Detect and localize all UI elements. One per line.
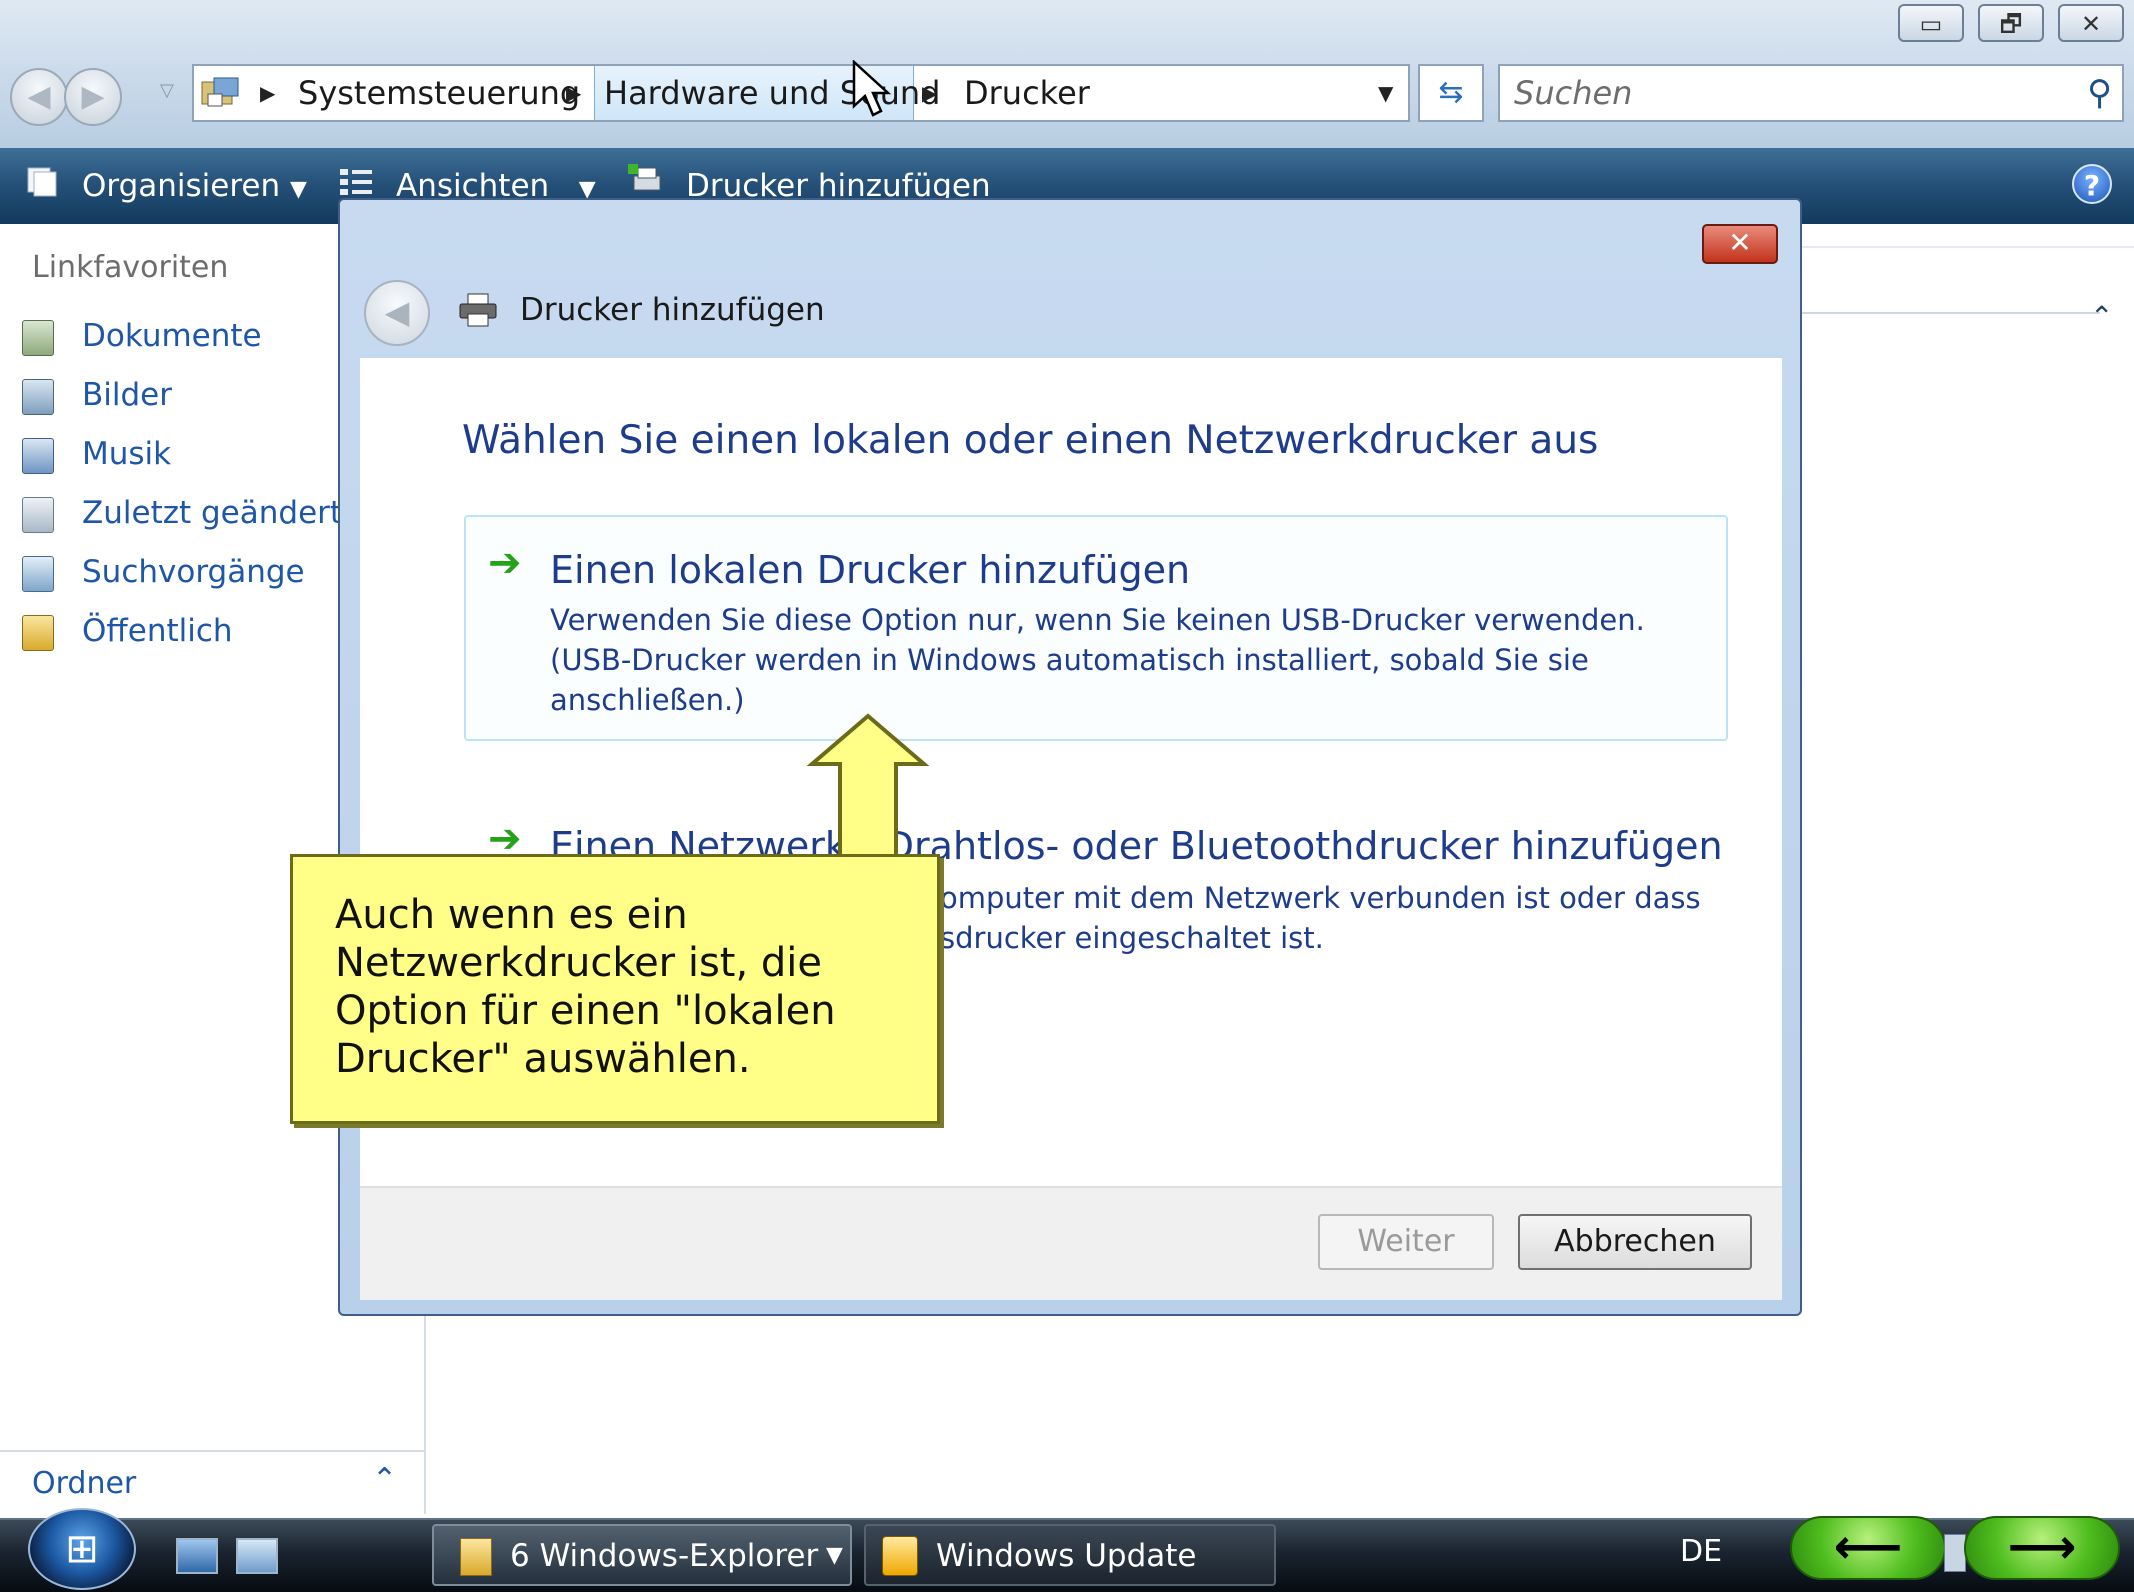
tutorial-forward-button[interactable]: ⟶ bbox=[1964, 1516, 2120, 1580]
window-close-button[interactable]: ✕ bbox=[2058, 4, 2124, 42]
recent-icon bbox=[22, 496, 54, 533]
breadcrumb-separator-icon[interactable]: ▶ bbox=[566, 66, 581, 120]
search-icon[interactable]: ⚲ bbox=[2087, 66, 2112, 120]
organize-icon bbox=[27, 167, 57, 197]
taskbar-explorer-label: 6 Windows-Explorer bbox=[510, 1538, 819, 1574]
tutorial-back-button[interactable]: ⟵ bbox=[1790, 1516, 1946, 1580]
sidebar-item-bilder[interactable]: Bilder bbox=[22, 377, 172, 417]
searches-icon bbox=[22, 555, 54, 592]
callout-arrow-icon bbox=[806, 713, 930, 862]
folder-icon bbox=[460, 1538, 492, 1576]
sidebar-item-label: Öffentlich bbox=[82, 613, 233, 649]
network-tray-icon[interactable] bbox=[1944, 1534, 1966, 1572]
option-local-desc-line2: (USB-Drucker werden in Windows automatis… bbox=[550, 643, 1589, 677]
sidebar-item-oeffentlich[interactable]: Öffentlich bbox=[22, 613, 233, 653]
back-button[interactable]: ◀ bbox=[10, 68, 68, 126]
green-arrow-icon: ➔ bbox=[488, 540, 522, 586]
refresh-button[interactable]: ⇆ bbox=[1418, 64, 1484, 122]
taskbar-update-label: Windows Update bbox=[936, 1538, 1197, 1574]
address-dropdown-icon[interactable]: ▼ bbox=[1378, 66, 1393, 120]
views-icon bbox=[340, 169, 372, 195]
cancel-button[interactable]: Abbrechen bbox=[1518, 1214, 1752, 1270]
control-panel-icon bbox=[201, 77, 239, 107]
group-divider bbox=[1800, 312, 2100, 314]
taskbar-windows-explorer-button[interactable]: 6 Windows-Explorer ▼ bbox=[432, 1524, 852, 1586]
forward-button[interactable]: ▶ bbox=[64, 68, 122, 126]
content-header-line bbox=[1802, 246, 2134, 248]
breadcrumb-separator-icon[interactable]: ▶ bbox=[260, 66, 275, 120]
windows-logo-icon: ⊞ bbox=[65, 1526, 99, 1572]
mouse-cursor-icon bbox=[852, 60, 892, 117]
back-arrow-icon: ◀ bbox=[384, 293, 410, 331]
help-icon[interactable]: ? bbox=[2072, 164, 2112, 204]
folders-label[interactable]: Ordner bbox=[32, 1466, 136, 1501]
breadcrumb-drucker[interactable]: Drucker bbox=[964, 66, 1090, 120]
printer-icon bbox=[459, 293, 497, 327]
start-button[interactable]: ⊞ bbox=[28, 1508, 136, 1590]
search-input[interactable]: Suchen ⚲ bbox=[1498, 64, 2124, 122]
windows-update-icon bbox=[882, 1536, 918, 1576]
minimize-button[interactable]: ▭ bbox=[1898, 4, 1964, 42]
pictures-icon bbox=[22, 378, 54, 415]
option-network-desc-line2: sdrucker eingeschaltet ist. bbox=[940, 921, 1324, 955]
search-placeholder: Suchen bbox=[1514, 74, 1633, 112]
public-folder-icon bbox=[22, 614, 54, 651]
sidebar-item-label: Zuletzt geändert bbox=[82, 495, 343, 531]
sidebar-item-musik[interactable]: Musik bbox=[22, 436, 171, 476]
chevron-down-icon: ▼ bbox=[826, 1543, 843, 1568]
chevron-up-icon[interactable]: ⌃ bbox=[372, 1462, 397, 1497]
tutorial-callout: Auch wenn es ein Netzwerkdrucker ist, di… bbox=[290, 854, 940, 1124]
option-local-desc-line1: Verwenden Sie diese Option nur, wenn Sie… bbox=[550, 603, 1645, 637]
breadcrumb-separator-icon[interactable]: ▶ bbox=[922, 66, 937, 120]
chevron-down-icon: ▼ bbox=[290, 177, 307, 202]
dialog-back-button[interactable]: ◀ bbox=[364, 280, 430, 346]
sidebar-item-label: Suchvorgänge bbox=[82, 554, 305, 590]
restore-button[interactable]: 🗗 bbox=[1978, 4, 2044, 42]
organize-label: Organisieren bbox=[82, 168, 281, 204]
dialog-heading: Wählen Sie einen lokalen oder einen Netz… bbox=[462, 418, 1599, 463]
taskbar-windows-update-button[interactable]: Windows Update bbox=[864, 1524, 1276, 1586]
favorite-links-title: Linkfavoriten bbox=[32, 250, 229, 285]
show-desktop-icon[interactable] bbox=[176, 1538, 218, 1574]
back-arrow-icon: ◀ bbox=[27, 79, 51, 114]
sidebar-item-zuletzt-geaendert[interactable]: Zuletzt geändert bbox=[22, 495, 342, 535]
next-button[interactable]: Weiter bbox=[1318, 1214, 1494, 1270]
forward-arrow-icon: ▶ bbox=[81, 79, 105, 114]
close-icon: ✕ bbox=[1728, 226, 1752, 259]
dialog-close-button[interactable]: ✕ bbox=[1702, 224, 1778, 264]
sidebar-item-label: Dokumente bbox=[82, 318, 262, 354]
add-printer-icon bbox=[628, 164, 661, 191]
switch-windows-icon[interactable] bbox=[236, 1538, 278, 1574]
sidebar-item-label: Bilder bbox=[82, 377, 172, 413]
option-local-title[interactable]: Einen lokalen Drucker hinzufügen bbox=[550, 548, 1190, 592]
music-icon bbox=[22, 437, 54, 474]
option-network-desc-line1: omputer mit dem Netzwerk verbunden ist o… bbox=[940, 881, 1701, 915]
sidebar-item-suchvorgaenge[interactable]: Suchvorgänge bbox=[22, 554, 305, 594]
language-indicator[interactable]: DE bbox=[1680, 1534, 1722, 1569]
breadcrumb-systemsteuerung[interactable]: Systemsteuerung bbox=[298, 66, 580, 120]
sidebar-item-dokumente[interactable]: Dokumente bbox=[22, 318, 262, 358]
option-local-desc-line3: anschließen.) bbox=[550, 683, 745, 717]
chevron-up-icon[interactable]: ⌃ bbox=[2090, 300, 2113, 333]
recent-pages-dropdown-icon[interactable]: ▽ bbox=[160, 80, 174, 101]
callout-text: Auch wenn es ein Netzwerkdrucker ist, di… bbox=[335, 892, 836, 1082]
organize-button[interactable]: Organisieren ▼ bbox=[82, 148, 307, 224]
documents-icon bbox=[22, 319, 54, 356]
address-bar[interactable]: ▶ Systemsteuerung ▶ Hardware und Sound ▶… bbox=[192, 64, 1410, 122]
refresh-icon: ⇆ bbox=[1438, 75, 1464, 110]
dialog-title: Drucker hinzufügen bbox=[520, 292, 825, 328]
sidebar-item-label: Musik bbox=[82, 436, 172, 472]
